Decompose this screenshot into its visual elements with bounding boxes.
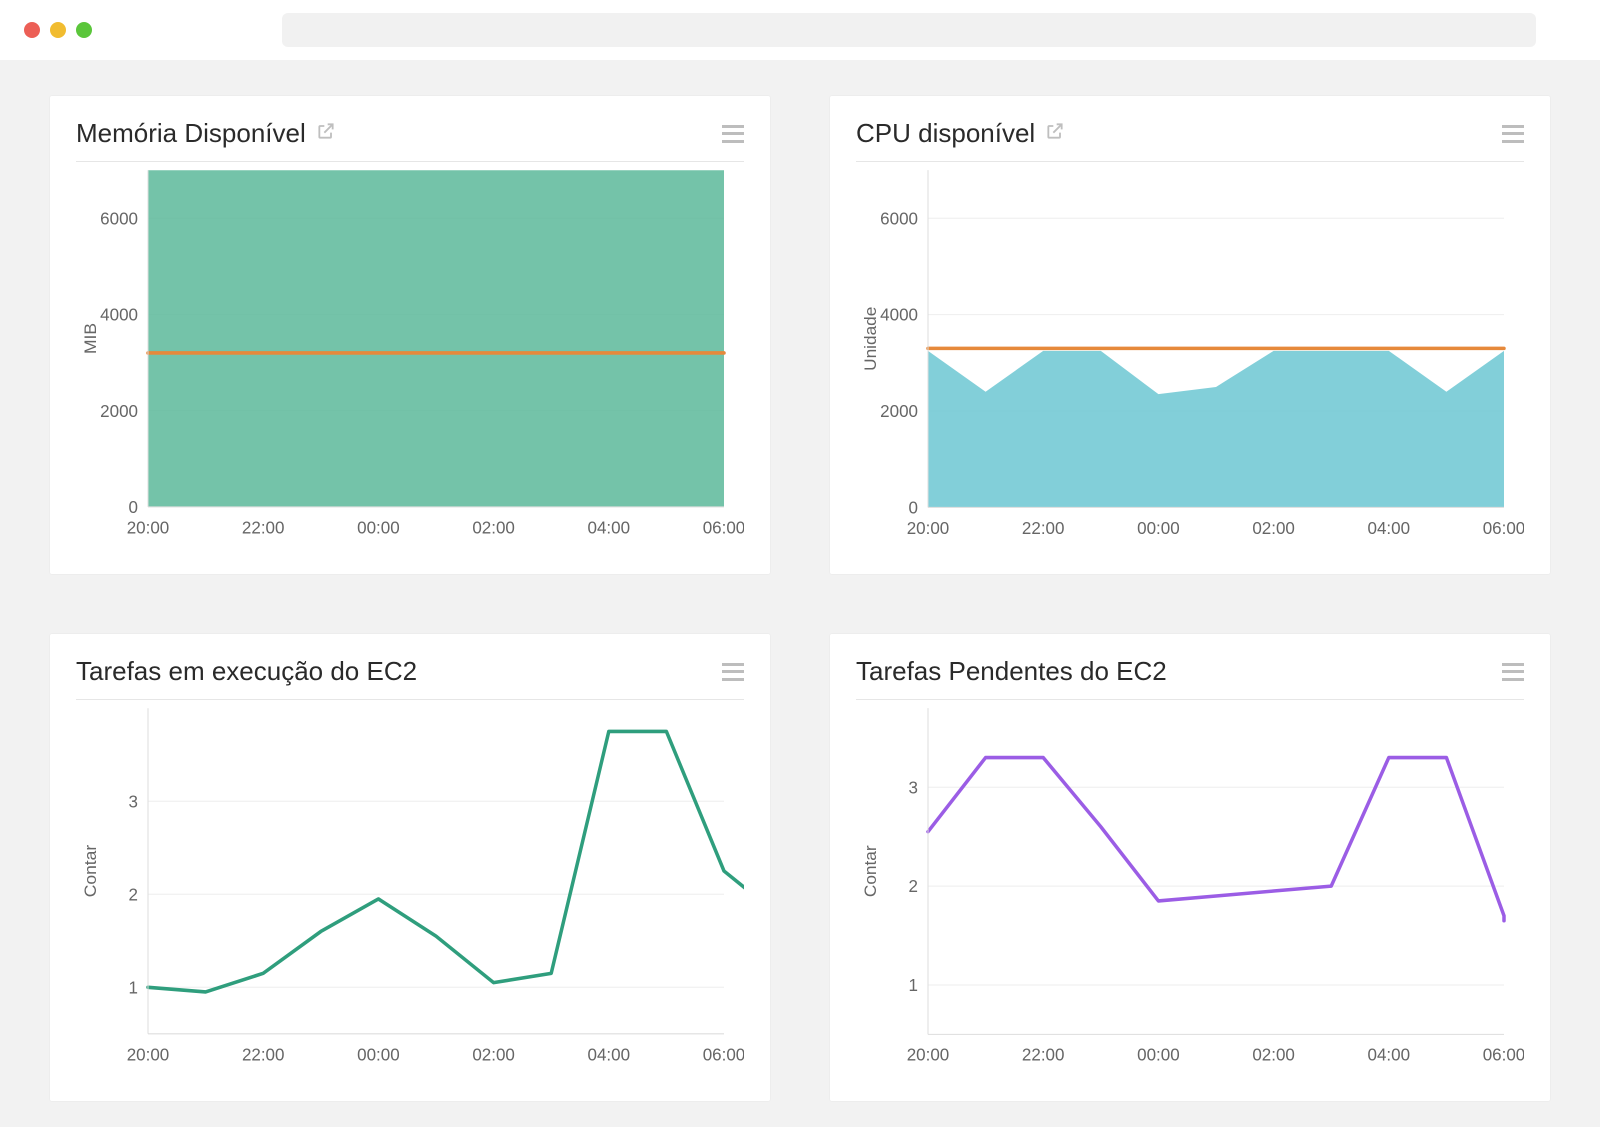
- chart-cpu[interactable]: 0 2000 4000 6000 20:00 22:00 00:00 02:00 04:00 06…: [856, 162, 1524, 552]
- svg-text:20:00: 20:00: [907, 519, 950, 538]
- card-title: Memória Disponível: [76, 118, 306, 149]
- svg-text:00:00: 00:00: [357, 1044, 400, 1064]
- close-window-button[interactable]: [24, 22, 40, 38]
- card-memory-available: Memória Disponível 0 2000 4000 6000 20:00 22:…: [50, 96, 770, 574]
- external-link-icon[interactable]: [1045, 121, 1065, 146]
- svg-text:06:00: 06:00: [703, 517, 744, 537]
- svg-text:Unidade: Unidade: [861, 307, 880, 371]
- card-title: Tarefas Pendentes do EC2: [856, 656, 1167, 687]
- svg-text:04:00: 04:00: [1368, 519, 1411, 538]
- svg-text:2000: 2000: [100, 401, 138, 421]
- svg-text:00:00: 00:00: [357, 517, 400, 537]
- svg-text:3: 3: [129, 791, 138, 811]
- svg-text:06:00: 06:00: [1483, 519, 1524, 538]
- svg-text:4000: 4000: [880, 306, 918, 325]
- svg-text:Contar: Contar: [861, 845, 880, 897]
- address-bar[interactable]: [282, 13, 1536, 47]
- card-menu-icon[interactable]: [722, 663, 744, 681]
- maximize-window-button[interactable]: [76, 22, 92, 38]
- external-link-icon[interactable]: [316, 121, 336, 146]
- svg-text:02:00: 02:00: [472, 517, 515, 537]
- card-header: Tarefas em execução do EC2: [76, 656, 744, 700]
- svg-text:20:00: 20:00: [127, 1044, 170, 1064]
- svg-text:06:00: 06:00: [703, 1044, 744, 1064]
- dashboard-grid: Memória Disponível 0 2000 4000 6000 20:00 22:…: [0, 60, 1600, 1127]
- svg-text:06:00: 06:00: [1483, 1046, 1524, 1065]
- svg-text:6000: 6000: [100, 208, 138, 228]
- svg-text:22:00: 22:00: [1022, 519, 1065, 538]
- svg-text:2: 2: [129, 884, 138, 904]
- card-header: Memória Disponível: [76, 118, 744, 162]
- svg-text:02:00: 02:00: [472, 1044, 515, 1064]
- chart-memory[interactable]: 0 2000 4000 6000 20:00 22:00 00:00 02:00 04:00 06…: [76, 162, 744, 552]
- svg-text:22:00: 22:00: [1022, 1046, 1065, 1065]
- svg-text:6000: 6000: [880, 209, 918, 228]
- browser-chrome: [0, 0, 1600, 60]
- card-cpu-available: CPU disponível 0 2000 4000 6000 20:00 22:00 00…: [830, 96, 1550, 574]
- svg-text:20:00: 20:00: [907, 1046, 950, 1065]
- svg-text:2000: 2000: [880, 402, 918, 421]
- card-ec2-running-tasks: Tarefas em execução do EC2 1 2 3 20:00 22:00…: [50, 634, 770, 1101]
- card-title: Tarefas em execução do EC2: [76, 656, 417, 687]
- svg-text:0: 0: [129, 497, 138, 517]
- card-menu-icon[interactable]: [722, 125, 744, 143]
- svg-text:2: 2: [909, 877, 918, 896]
- card-menu-icon[interactable]: [1502, 125, 1524, 143]
- svg-text:04:00: 04:00: [1368, 1046, 1411, 1065]
- svg-text:00:00: 00:00: [1137, 1046, 1180, 1065]
- svg-text:MIB: MIB: [80, 323, 100, 354]
- card-ec2-pending-tasks: Tarefas Pendentes do EC2 1 2 3 20:00 22:00 00…: [830, 634, 1550, 1101]
- svg-text:04:00: 04:00: [588, 517, 631, 537]
- svg-text:0: 0: [909, 498, 918, 517]
- card-header: CPU disponível: [856, 118, 1524, 162]
- svg-text:20:00: 20:00: [127, 517, 170, 537]
- chart-ec2-running[interactable]: 1 2 3 20:00 22:00 00:00 02:00 04:00 06:00 Contar: [76, 700, 744, 1079]
- minimize-window-button[interactable]: [50, 22, 66, 38]
- svg-text:02:00: 02:00: [1252, 1046, 1295, 1065]
- svg-text:4000: 4000: [100, 304, 138, 324]
- svg-text:04:00: 04:00: [588, 1044, 631, 1064]
- card-menu-icon[interactable]: [1502, 663, 1524, 681]
- svg-text:3: 3: [909, 778, 918, 797]
- svg-text:22:00: 22:00: [242, 517, 285, 537]
- svg-text:00:00: 00:00: [1137, 519, 1180, 538]
- svg-text:02:00: 02:00: [1252, 519, 1295, 538]
- card-header: Tarefas Pendentes do EC2: [856, 656, 1524, 700]
- svg-text:Contar: Contar: [80, 845, 100, 898]
- card-title: CPU disponível: [856, 118, 1035, 149]
- chart-ec2-pending[interactable]: 1 2 3 20:00 22:00 00:00 02:00 04:00 06:00 Contar: [856, 700, 1524, 1079]
- svg-text:22:00: 22:00: [242, 1044, 285, 1064]
- svg-text:1: 1: [909, 976, 918, 995]
- svg-text:1: 1: [129, 977, 138, 997]
